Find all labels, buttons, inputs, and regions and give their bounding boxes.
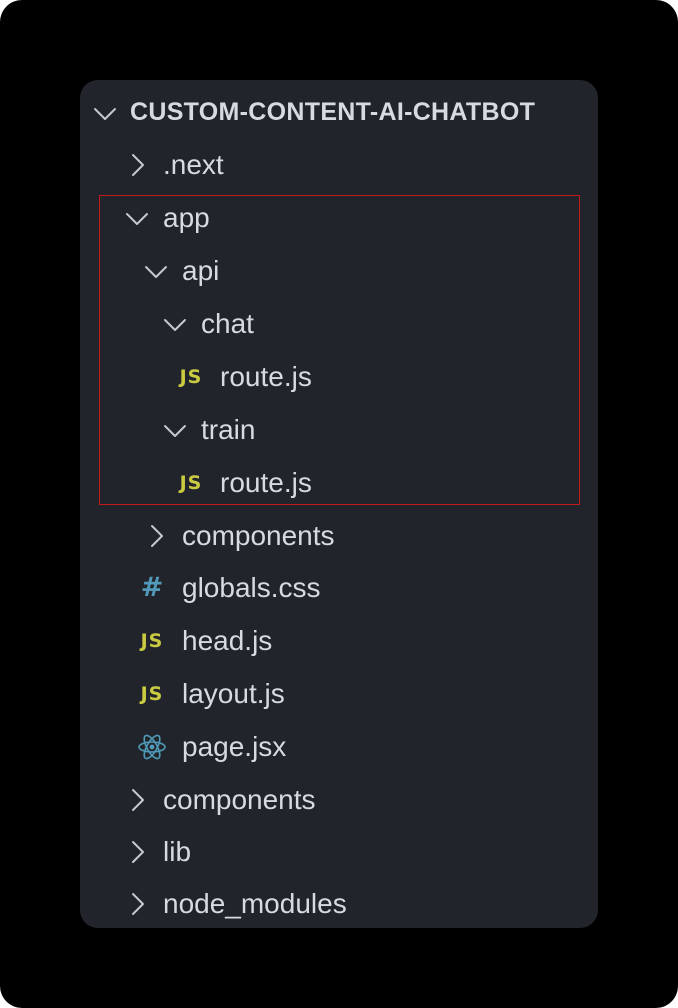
tree-item-components-folder[interactable]: components bbox=[80, 773, 598, 826]
css-file-icon: # bbox=[140, 572, 164, 603]
js-file-icon: JS bbox=[179, 365, 203, 388]
chevron-right-icon bbox=[124, 839, 150, 865]
chevron-right-icon bbox=[124, 152, 150, 178]
explorer-root-folder[interactable]: CUSTOM-CONTENT-AI-CHATBOT bbox=[80, 86, 598, 139]
tree-item-layout-js-file[interactable]: JS layout.js bbox=[80, 667, 598, 720]
chevron-down-icon bbox=[162, 417, 188, 443]
tree-item-app-components-folder[interactable]: components bbox=[80, 509, 598, 562]
tree-item-head-js-file[interactable]: JS head.js bbox=[80, 614, 598, 667]
root-folder-label: CUSTOM-CONTENT-AI-CHATBOT bbox=[130, 98, 536, 126]
tree-item-node-modules-folder[interactable]: node_modules bbox=[80, 877, 598, 928]
tree-item-label: components bbox=[182, 519, 335, 551]
tree-item-app-folder[interactable]: app bbox=[80, 191, 598, 244]
tree-item-label: page.jsx bbox=[182, 730, 287, 762]
tree-item-label: chat bbox=[201, 307, 254, 339]
js-file-icon: JS bbox=[179, 471, 203, 494]
chevron-down-icon bbox=[143, 258, 169, 284]
chevron-down-icon bbox=[162, 311, 188, 337]
tree-item-label: app bbox=[163, 201, 210, 233]
tree-item-page-jsx-file[interactable]: page.jsx bbox=[80, 720, 598, 773]
file-explorer-panel: CUSTOM-CONTENT-AI-CHATBOT .next app api bbox=[80, 80, 598, 928]
tree-item-globals-css-file[interactable]: # globals.css bbox=[80, 561, 598, 614]
chevron-down-icon bbox=[92, 100, 118, 126]
tree-item-label: layout.js bbox=[182, 677, 285, 709]
tree-item-label: lib bbox=[163, 835, 192, 867]
tree-item-train-folder[interactable]: train bbox=[80, 403, 598, 456]
tree-item-label: node_modules bbox=[163, 887, 347, 919]
tree-item-chat-route-file[interactable]: JS route.js bbox=[80, 350, 598, 403]
tree-item-label: components bbox=[163, 783, 316, 815]
tree-item-lib-folder[interactable]: lib bbox=[80, 825, 598, 878]
screenshot-frame: CUSTOM-CONTENT-AI-CHATBOT .next app api bbox=[0, 0, 678, 1008]
react-icon bbox=[136, 733, 168, 761]
tree-item-next-folder[interactable]: .next bbox=[80, 138, 598, 191]
tree-item-train-route-file[interactable]: JS route.js bbox=[80, 456, 598, 509]
js-file-icon: JS bbox=[140, 682, 164, 705]
tree-item-label: globals.css bbox=[182, 571, 321, 603]
tree-item-label: route.js bbox=[220, 466, 312, 498]
tree-item-api-folder[interactable]: api bbox=[80, 244, 598, 297]
tree-item-label: route.js bbox=[220, 360, 312, 392]
chevron-right-icon bbox=[124, 787, 150, 813]
tree-item-chat-folder[interactable]: chat bbox=[80, 297, 598, 350]
chevron-right-icon bbox=[124, 891, 150, 917]
tree-item-label: api bbox=[182, 254, 220, 286]
tree-item-label: .next bbox=[163, 148, 224, 180]
js-file-icon: JS bbox=[140, 629, 164, 652]
chevron-down-icon bbox=[124, 205, 150, 231]
tree-item-label: head.js bbox=[182, 624, 273, 656]
chevron-right-icon bbox=[143, 523, 169, 549]
tree-item-label: train bbox=[201, 413, 256, 445]
